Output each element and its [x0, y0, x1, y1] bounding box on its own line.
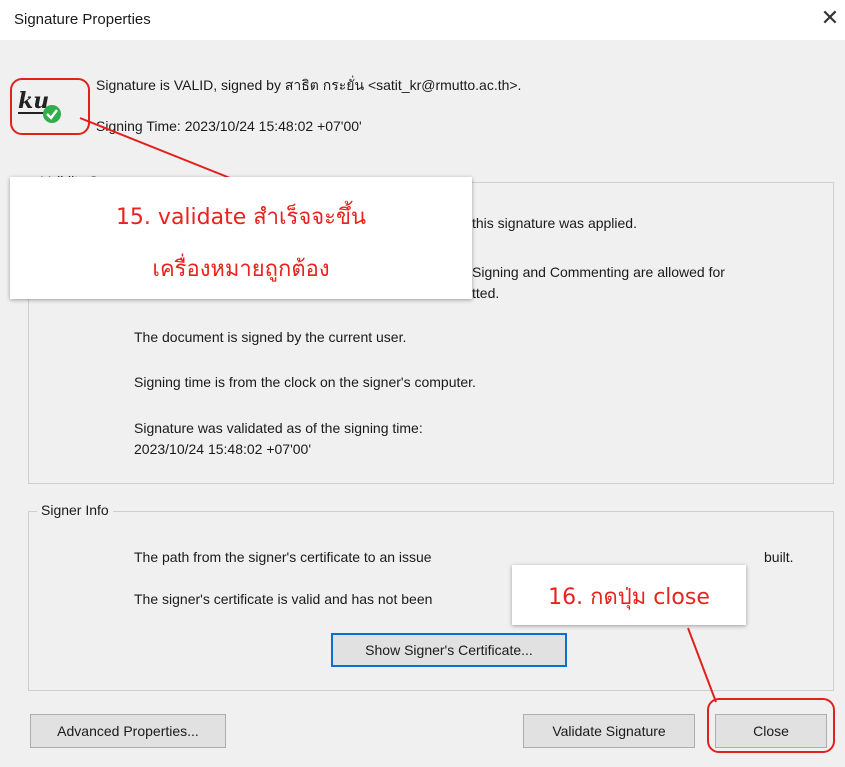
annotation-connector-16	[687, 627, 717, 703]
callout-15-line1: 15. validate สำเร็จจะขึ้น	[115, 205, 367, 230]
callout-15-line2: เครื่องหมายถูกต้อง	[152, 257, 330, 282]
annotation-ring-signature-icon	[10, 78, 90, 135]
annotation-connector-15	[79, 117, 241, 183]
annotation-callout-16: 16. กดปุ่ม close	[512, 565, 746, 625]
annotation-ring-close-button	[707, 698, 835, 753]
annotation-lines	[79, 117, 717, 703]
annotation-callout-15: 15. validate สำเร็จจะขึ้น เครื่องหมายถูก…	[10, 177, 472, 299]
callout-16-text: 16. กดปุ่ม close	[548, 585, 710, 610]
